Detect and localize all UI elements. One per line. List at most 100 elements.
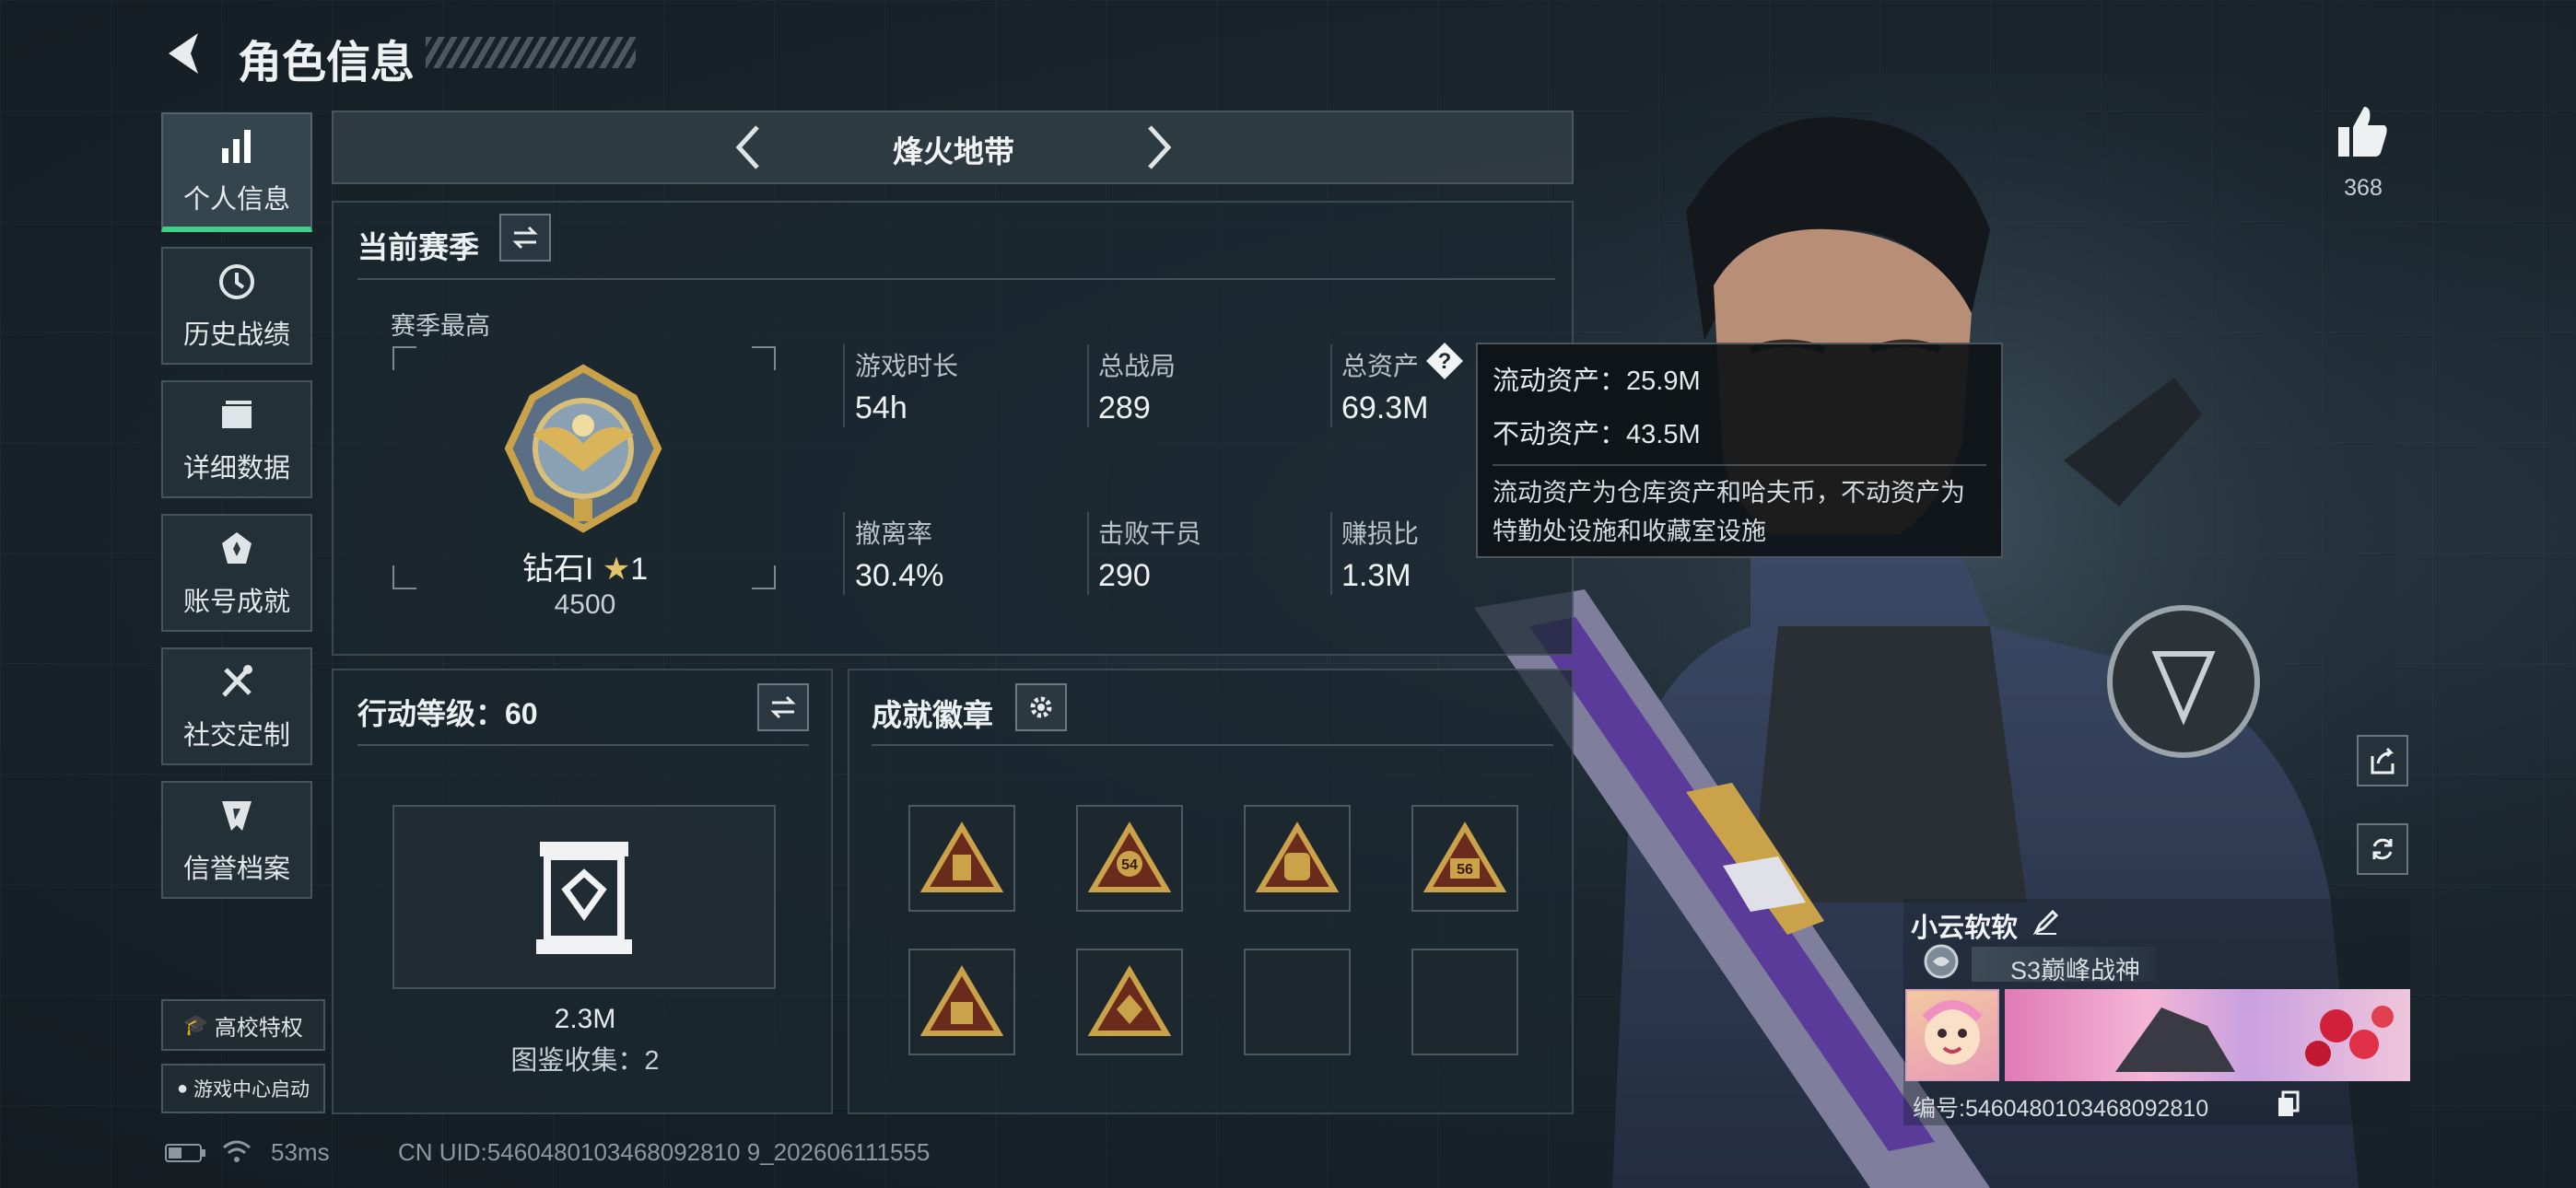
bar-chart-icon	[222, 130, 251, 163]
assets-tooltip: 流动资产：25.9M 不动资产：43.5M 流动资产为仓库资产和哈夫币，不动资产…	[1476, 343, 2003, 558]
player-name: 小云软软	[1911, 914, 2019, 943]
rank-stars: 1	[630, 552, 649, 587]
stat-divider	[1087, 344, 1089, 427]
achievement-badge[interactable]: 54	[1076, 805, 1183, 912]
stat-divider	[1087, 512, 1089, 595]
rank-name: 钻石I	[521, 552, 594, 587]
help-icon[interactable]: ?	[1424, 341, 1465, 381]
back-button[interactable]	[161, 28, 207, 79]
collection-display-icon	[533, 836, 636, 958]
action-level-title: 行动等级：60	[357, 697, 538, 730]
stat-divider	[843, 512, 845, 595]
share-icon	[2371, 747, 2395, 775]
game-center-label: 游戏中心启动	[193, 1079, 310, 1101]
triangle-badge-icon	[1255, 821, 1340, 892]
nav-social[interactable]: 社交定制	[161, 647, 312, 765]
stat-extract-rate-value: 30.4%	[855, 558, 944, 593]
nav-personal-info[interactable]: 个人信息	[161, 112, 312, 232]
chevron-left-icon[interactable]	[728, 120, 768, 175]
wifi-icon	[221, 1138, 252, 1166]
nav-credit[interactable]: 信誉档案	[161, 781, 312, 899]
copy-icon[interactable]	[2276, 1090, 2301, 1118]
stat-kills-value: 290	[1098, 558, 1151, 593]
badge-number: 54	[1121, 857, 1138, 873]
campus-privilege-button[interactable]: 🎓 高校特权	[161, 999, 325, 1051]
refresh-icon	[2372, 838, 2393, 860]
triangle-badge-icon: 54	[1087, 821, 1172, 892]
title-emblem-icon	[1922, 943, 1961, 985]
nav-label: 信誉档案	[182, 855, 290, 884]
nav-label: 详细数据	[182, 454, 290, 483]
achievement-badge[interactable]	[908, 949, 1015, 1055]
achievement-empty-slot[interactable]	[1411, 949, 1518, 1055]
triangle-badge-icon	[1087, 965, 1172, 1036]
stat-divider	[1330, 512, 1332, 595]
tooltip-divider	[1493, 464, 1986, 466]
battery-icon	[164, 1142, 208, 1164]
page-title: 角色信息	[238, 39, 416, 87]
stat-total-matches-label: 总战局	[1098, 352, 1177, 380]
nav-details[interactable]: 详细数据	[161, 380, 312, 498]
rank-score: 4500	[554, 589, 616, 620]
badge-number: 56	[1457, 862, 1473, 878]
achievements-settings-button[interactable]	[1015, 683, 1067, 731]
shield-check-icon	[222, 801, 252, 831]
share-button[interactable]	[2357, 735, 2408, 786]
nav-history[interactable]: 历史战绩	[161, 247, 312, 365]
season-switch-button[interactable]	[499, 214, 551, 262]
triangle-badge-icon	[919, 965, 1004, 1036]
refresh-button[interactable]	[2357, 823, 2408, 875]
player-banner[interactable]	[2005, 989, 2410, 1081]
achievement-badge[interactable]: 56	[1411, 805, 1518, 912]
stat-total-matches-value: 289	[1098, 390, 1151, 425]
tooltip-liquid: 流动资产：25.9M	[1493, 367, 1701, 396]
uid-text: CN UID:5460480103468092810 9_20260611155…	[398, 1138, 931, 1166]
rank-name-row: 钻石I ★1	[479, 543, 691, 588]
action-level-switch-button[interactable]	[757, 683, 809, 731]
collection-value: 2.3M	[554, 1004, 616, 1034]
tools-icon	[222, 665, 252, 697]
game-center-button[interactable]: ● 游戏中心启动	[161, 1064, 325, 1113]
campus-icon: 🎓	[183, 1013, 209, 1036]
stat-total-assets-value: 69.3M	[1341, 390, 1429, 425]
stat-kills-label: 击败干员	[1098, 519, 1202, 548]
achievement-badge[interactable]	[1076, 949, 1183, 1055]
stat-total-assets-label: 总资产	[1341, 352, 1420, 380]
stat-play-time-label: 游戏时长	[855, 352, 959, 380]
like-count: 368	[2344, 175, 2383, 201]
triangle-badge-icon: 56	[1423, 821, 1507, 892]
qq-icon: ●	[176, 1077, 189, 1099]
svg-text:?: ?	[1438, 349, 1452, 374]
thumbs-up-icon[interactable]	[2335, 103, 2390, 160]
medal-icon	[222, 532, 252, 564]
achievements-divider	[872, 744, 1553, 746]
edit-name-icon[interactable]	[2032, 908, 2060, 936]
nav-achievements[interactable]: 账号成就	[161, 514, 312, 632]
tooltip-fixed: 不动资产：43.5M	[1493, 420, 1701, 449]
player-id: 编号:5460480103468092810	[1913, 1096, 2209, 1122]
chevron-right-icon[interactable]	[1139, 120, 1179, 175]
title-decoration	[426, 37, 636, 68]
stat-play-time-value: 54h	[855, 390, 907, 425]
nav-label: 历史战绩	[182, 320, 290, 350]
season-divider	[357, 278, 1555, 280]
triangle-badge-icon	[919, 821, 1004, 892]
player-title: S3巅峰战神	[2010, 957, 2141, 984]
action-level-divider	[357, 744, 809, 746]
tooltip-desc: 流动资产为仓库资产和哈夫币，不动资产为特勤处设施和收藏室设施	[1493, 479, 1965, 545]
achievement-badge[interactable]	[1244, 805, 1351, 912]
swap-icon	[770, 695, 796, 719]
player-avatar[interactable]	[1905, 989, 1999, 1081]
nav-label: 账号成就	[182, 588, 290, 617]
achievement-empty-slot[interactable]	[1244, 949, 1351, 1055]
achievements-title: 成就徽章	[872, 698, 993, 732]
achievement-badge[interactable]	[908, 805, 1015, 912]
nav-label: 社交定制	[182, 721, 290, 751]
folder-icon	[222, 401, 252, 428]
nav-label: 个人信息	[182, 185, 290, 215]
swap-icon	[512, 226, 538, 250]
collection-label: 图鉴收集：2	[510, 1046, 660, 1076]
stat-profit-ratio-label: 赚损比	[1341, 519, 1420, 548]
stat-divider	[843, 344, 845, 427]
ping-value: 53ms	[271, 1138, 330, 1166]
